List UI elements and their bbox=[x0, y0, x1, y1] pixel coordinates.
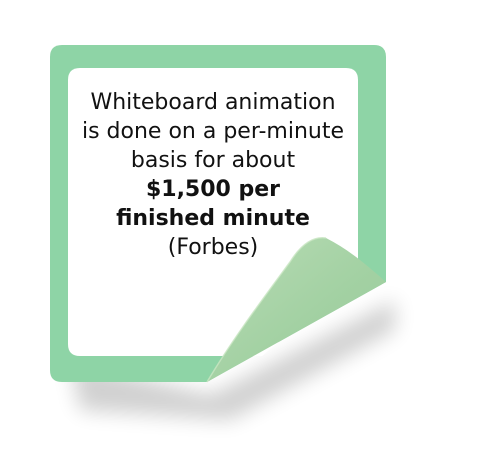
sticky-note-graphic: Whiteboard animation is done on a per-mi… bbox=[0, 0, 479, 459]
note-line-2: is done on a per-minute bbox=[81, 119, 344, 144]
note-highlight-2: finished minute bbox=[116, 206, 310, 231]
note-text: Whiteboard animation is done on a per-mi… bbox=[70, 88, 356, 262]
note-line-1: Whiteboard animation bbox=[90, 90, 336, 115]
note-source: (Forbes) bbox=[167, 235, 259, 260]
note-line-3: basis for about bbox=[130, 148, 296, 173]
note-highlight-1: $1,500 per bbox=[145, 177, 281, 202]
